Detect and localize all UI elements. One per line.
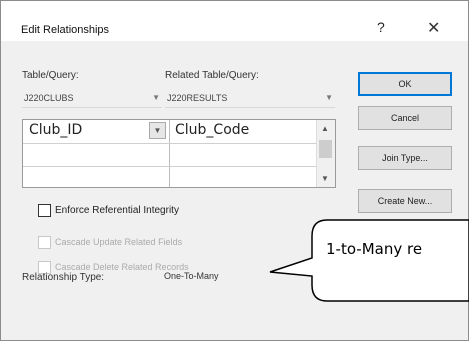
callout-bubble xyxy=(269,219,469,302)
callout-text: 1-to-Many re xyxy=(326,240,423,258)
